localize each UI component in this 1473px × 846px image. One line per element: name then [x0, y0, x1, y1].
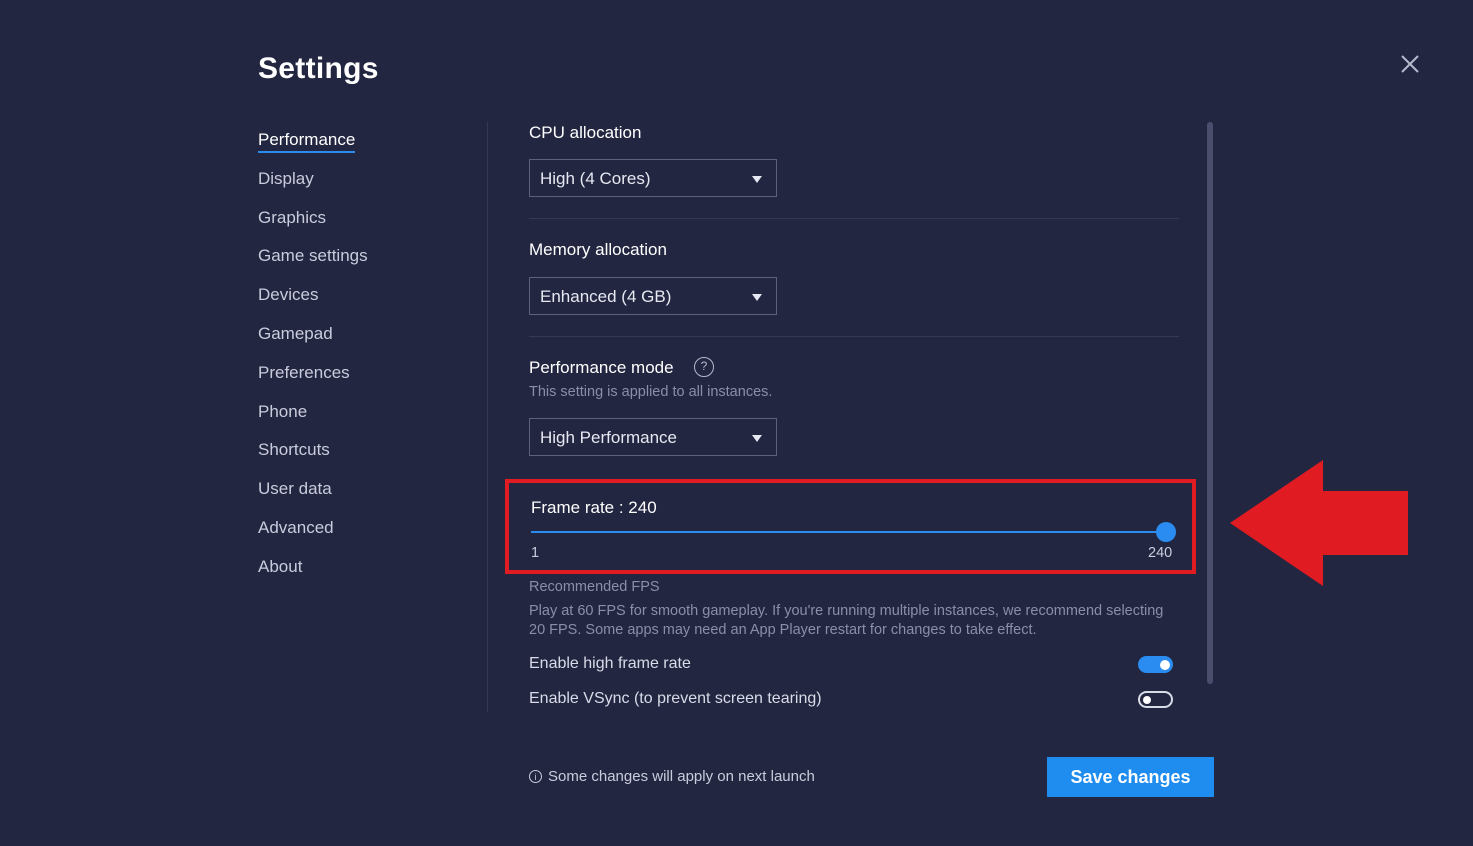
- info-icon: i: [529, 770, 542, 783]
- sidebar-item-about[interactable]: About: [258, 553, 478, 592]
- sidebar-item-gamepad[interactable]: Gamepad: [258, 320, 478, 359]
- cpu-allocation-select[interactable]: High (4 Cores): [529, 159, 777, 197]
- recommended-fps-title: Recommended FPS: [529, 579, 660, 595]
- vsync-toggle[interactable]: [1138, 691, 1173, 708]
- vsync-label: Enable VSync (to prevent screen tearing): [529, 690, 822, 707]
- close-icon: [1401, 55, 1419, 73]
- caret-down-icon: [752, 176, 762, 183]
- performance-mode-value: High Performance: [540, 428, 678, 447]
- sidebar-item-performance[interactable]: Performance: [258, 126, 478, 165]
- red-arrow-icon: [1230, 460, 1408, 586]
- cpu-allocation-label: CPU allocation: [529, 123, 642, 142]
- recommended-fps-text: Play at 60 FPS for smooth gameplay. If y…: [529, 603, 1164, 638]
- page-title: Settings: [258, 52, 379, 85]
- high-frame-rate-toggle[interactable]: [1138, 656, 1173, 673]
- sidebar-item-game-settings[interactable]: Game settings: [258, 242, 478, 281]
- footer-note-text: Some changes will apply on next launch: [548, 768, 815, 785]
- settings-sidebar: Performance Display Graphics Game settin…: [258, 126, 478, 592]
- memory-allocation-select[interactable]: Enhanced (4 GB): [529, 277, 777, 315]
- frame-rate-label: Frame rate : 240: [531, 498, 657, 517]
- caret-down-icon: [752, 294, 762, 301]
- section-divider: [529, 218, 1179, 219]
- close-button[interactable]: [1396, 50, 1424, 78]
- toggle-knob: [1160, 659, 1170, 670]
- toggle-knob: [1143, 695, 1151, 704]
- frame-rate-slider-track[interactable]: [531, 531, 1164, 533]
- footer-note: i Some changes will apply on next launch: [529, 768, 815, 785]
- frame-rate-max: 240: [1148, 545, 1173, 561]
- content-scrollbar[interactable]: [1207, 122, 1213, 684]
- performance-mode-select[interactable]: High Performance: [529, 418, 777, 456]
- performance-mode-note: This setting is applied to all instances…: [529, 384, 773, 400]
- sidebar-item-user-data[interactable]: User data: [258, 475, 478, 514]
- sidebar-item-display[interactable]: Display: [258, 165, 478, 204]
- sidebar-item-preferences[interactable]: Preferences: [258, 359, 478, 398]
- section-divider: [529, 336, 1179, 337]
- sidebar-item-devices[interactable]: Devices: [258, 281, 478, 320]
- frame-rate-highlight: [505, 479, 1196, 574]
- sidebar-item-shortcuts[interactable]: Shortcuts: [258, 436, 478, 475]
- performance-mode-label: Performance mode: [529, 358, 674, 377]
- save-changes-button[interactable]: Save changes: [1047, 757, 1214, 797]
- cpu-allocation-value: High (4 Cores): [540, 169, 651, 188]
- sidebar-divider: [487, 122, 488, 712]
- high-frame-rate-label: Enable high frame rate: [529, 655, 691, 672]
- memory-allocation-label: Memory allocation: [529, 240, 667, 259]
- sidebar-item-advanced[interactable]: Advanced: [258, 514, 478, 553]
- help-icon[interactable]: ?: [694, 357, 714, 377]
- frame-rate-slider-thumb[interactable]: [1156, 522, 1176, 542]
- sidebar-item-graphics[interactable]: Graphics: [258, 204, 478, 243]
- caret-down-icon: [752, 435, 762, 442]
- sidebar-item-phone[interactable]: Phone: [258, 398, 478, 437]
- frame-rate-min: 1: [531, 545, 540, 561]
- memory-allocation-value: Enhanced (4 GB): [540, 287, 672, 306]
